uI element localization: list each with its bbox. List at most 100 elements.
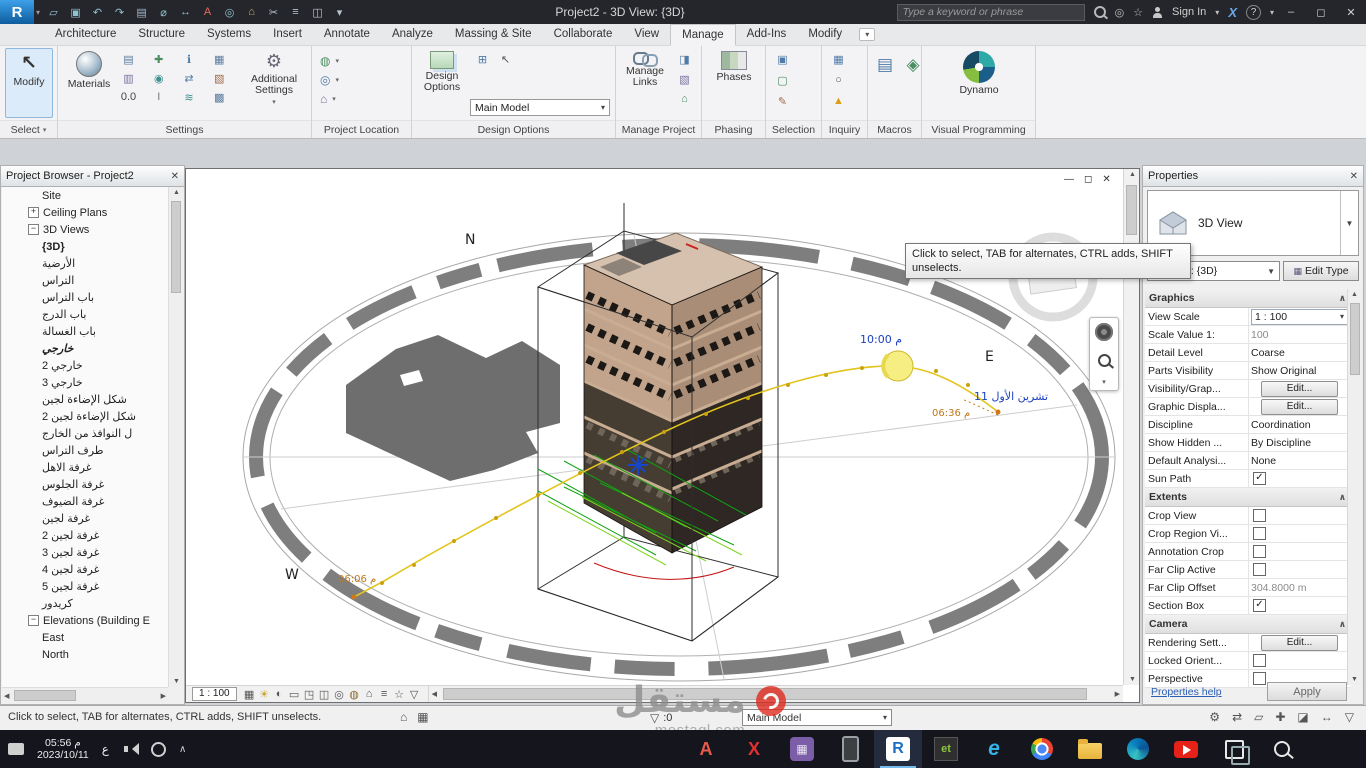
panel-label-settings[interactable]: Settings (58, 120, 311, 138)
filter-icon[interactable]: ▽ (1345, 710, 1354, 724)
panel-label-inquiry[interactable]: Inquiry (822, 120, 867, 138)
temporary-view-properties-icon[interactable]: ≡ (377, 688, 392, 701)
save-button[interactable]: ▣ (66, 3, 85, 21)
ribbon-tab-structure[interactable]: Structure (127, 24, 196, 45)
rendering-sett-edit-button[interactable]: Edit... (1261, 634, 1338, 651)
browser-item-خارجي-3[interactable]: خارجي 3 (2, 374, 168, 391)
taskbar-xforce-button[interactable]: X (730, 730, 778, 768)
purge-unused-icon[interactable]: ▧ (211, 70, 228, 86)
viewport-hscroll-thumb[interactable] (442, 688, 1087, 700)
property-value[interactable] (1249, 525, 1350, 542)
application-menu-button[interactable]: R (0, 0, 34, 24)
show-hidden-icons-chevron[interactable]: ∧ (179, 744, 186, 755)
background-processes-icon[interactable]: ⚙ (1209, 710, 1220, 724)
object-styles-icon[interactable]: ▤ (120, 51, 137, 67)
decal-types-icon[interactable]: ▧ (676, 71, 693, 87)
view-restore-icon[interactable]: ◻ (1084, 174, 1092, 185)
select-pinned-icon[interactable]: ✚ (1275, 710, 1285, 724)
sun-path-checkbox[interactable]: ✓ (1253, 472, 1266, 485)
section-button[interactable]: ✂ (264, 3, 283, 21)
shared-parameters-icon[interactable]: ▥ (120, 70, 137, 86)
switch-windows-button[interactable]: ◫ (308, 3, 327, 21)
browser-item-طرف-التراس[interactable]: طرف التراس (2, 442, 168, 459)
property-value[interactable]: 100 (1249, 326, 1350, 343)
properties-scroll-thumb[interactable] (1350, 303, 1360, 375)
ribbon-tab-insert[interactable]: Insert (262, 24, 313, 45)
browser-item-غرفة-الاهل[interactable]: غرفة الاهل (2, 459, 168, 476)
global-parameters-icon[interactable]: ◉ (150, 70, 167, 86)
autodesk-exchange-icon[interactable]: X (1228, 5, 1237, 20)
position-icon[interactable]: ⌂ (320, 89, 339, 108)
scroll-right-icon[interactable]: ▶ (161, 692, 166, 700)
audio-device-icon[interactable] (150, 741, 166, 757)
coordinates-icon[interactable]: ◎ (320, 70, 339, 89)
macro-security-icon[interactable]: ◈ (902, 54, 924, 76)
project-base-point-icon[interactable] (628, 455, 648, 475)
property-value[interactable]: ✓ (1249, 470, 1350, 487)
browser-item-غرفة-الضيوف[interactable]: غرفة الضيوف (2, 493, 168, 510)
save-selection-icon[interactable]: ▣ (774, 51, 791, 67)
drag-on-selection-icon[interactable]: ↔ (1321, 710, 1333, 724)
aligned-dimension-button[interactable]: ↔ (176, 3, 195, 21)
phases-button[interactable]: Phases (709, 48, 759, 118)
properties-scroll-up-icon[interactable]: ▲ (1351, 291, 1358, 298)
taskbar-internet-explorer-button[interactable]: e (970, 730, 1018, 768)
browser-item-east[interactable]: East (2, 629, 168, 646)
browser-item-شكل-الإضاءة-لجين-2[interactable]: شكل الإضاءة لجين 2 (2, 408, 168, 425)
pick-to-edit-icon[interactable]: ↖ (497, 51, 514, 67)
panel-label-manage-project[interactable]: Manage Project (616, 120, 701, 138)
search-icon[interactable] (1093, 6, 1106, 18)
property-value[interactable]: By Discipline (1249, 434, 1350, 451)
property-value[interactable]: Edit... (1249, 380, 1350, 397)
panel-label-phasing[interactable]: Phasing (702, 120, 765, 138)
sunset-point[interactable] (995, 409, 1001, 415)
taskbar-edge-button[interactable] (1114, 730, 1162, 768)
properties-scrollbar[interactable]: ▲ ▼ (1347, 289, 1362, 685)
ribbon-tab-add-ins[interactable]: Add-Ins (736, 24, 798, 45)
properties-section-extents[interactable]: Extents ∧ (1145, 488, 1350, 507)
ids-of-selection-icon[interactable]: ▦ (830, 51, 847, 67)
property-value[interactable] (1249, 652, 1350, 669)
scroll-down-icon[interactable]: ▼ (173, 678, 180, 685)
language-indicator[interactable]: ع (102, 742, 109, 756)
ribbon-tab-modify[interactable]: Modify (797, 24, 853, 45)
properties-section-camera[interactable]: Camera ∧ (1145, 615, 1350, 634)
ribbon-tab-massing-site[interactable]: Massing & Site (444, 24, 543, 45)
browser-vertical-scrollbar[interactable]: ▲ ▼ (168, 187, 183, 687)
select-by-face-icon[interactable]: ◪ (1297, 710, 1308, 724)
open-button[interactable]: ▱ (44, 3, 63, 21)
apply-button[interactable]: Apply (1267, 682, 1347, 701)
property-value[interactable]: Edit... (1249, 634, 1350, 651)
ribbon-tab-collaborate[interactable]: Collaborate (543, 24, 624, 45)
properties-close-icon[interactable]: ✕ (1350, 171, 1358, 182)
edit-type-button[interactable]: ▦ Edit Type (1283, 261, 1359, 281)
browser-item-{3d}[interactable]: {3D} (2, 238, 168, 255)
taskbar-clock[interactable]: 05:56 م 2023/10/11 (37, 737, 89, 761)
properties-scroll-down-icon[interactable]: ▼ (1351, 676, 1358, 683)
annotation-crop-checkbox[interactable] (1253, 545, 1266, 558)
section-collapse-icon[interactable]: ∧ (1339, 293, 1346, 304)
locked-orient-checkbox[interactable] (1253, 654, 1266, 667)
structural-settings-icon[interactable]: I (150, 89, 167, 105)
property-value[interactable] (1249, 543, 1350, 560)
favorites-star-icon[interactable]: ☆ (1133, 6, 1143, 19)
tree-expand-icon[interactable]: + (28, 207, 39, 218)
properties-header[interactable]: Properties ✕ (1143, 166, 1363, 187)
properties-help-link[interactable]: Properties help (1151, 686, 1222, 698)
search-input[interactable]: Type a keyword or phrase (896, 3, 1085, 21)
analysis-display-icon[interactable]: ▽ (407, 688, 422, 701)
property-value[interactable] (1249, 507, 1350, 524)
ribbon-tab-manage[interactable]: Manage (670, 24, 736, 46)
property-value[interactable]: Coarse (1249, 344, 1350, 361)
taskbar-file-explorer-button[interactable] (1066, 730, 1114, 768)
panel-label-macros[interactable]: Macros (868, 120, 921, 138)
viewport-scroll-left-icon[interactable]: ◀ (432, 690, 437, 698)
show-rendering-dialog-icon[interactable]: ▭ (287, 688, 302, 701)
notification-icon[interactable] (8, 743, 24, 755)
project-units-icon[interactable]: 0.0 (120, 89, 137, 105)
manage-links-button[interactable]: Manage Links (619, 48, 671, 118)
manage-images-icon[interactable]: ◨ (676, 51, 693, 67)
customize-quick-access-toolbar-button[interactable]: ▾ (330, 3, 349, 21)
sign-in-caret-icon[interactable]: ▾ (1215, 8, 1219, 17)
print-button[interactable]: ▤ (132, 3, 151, 21)
